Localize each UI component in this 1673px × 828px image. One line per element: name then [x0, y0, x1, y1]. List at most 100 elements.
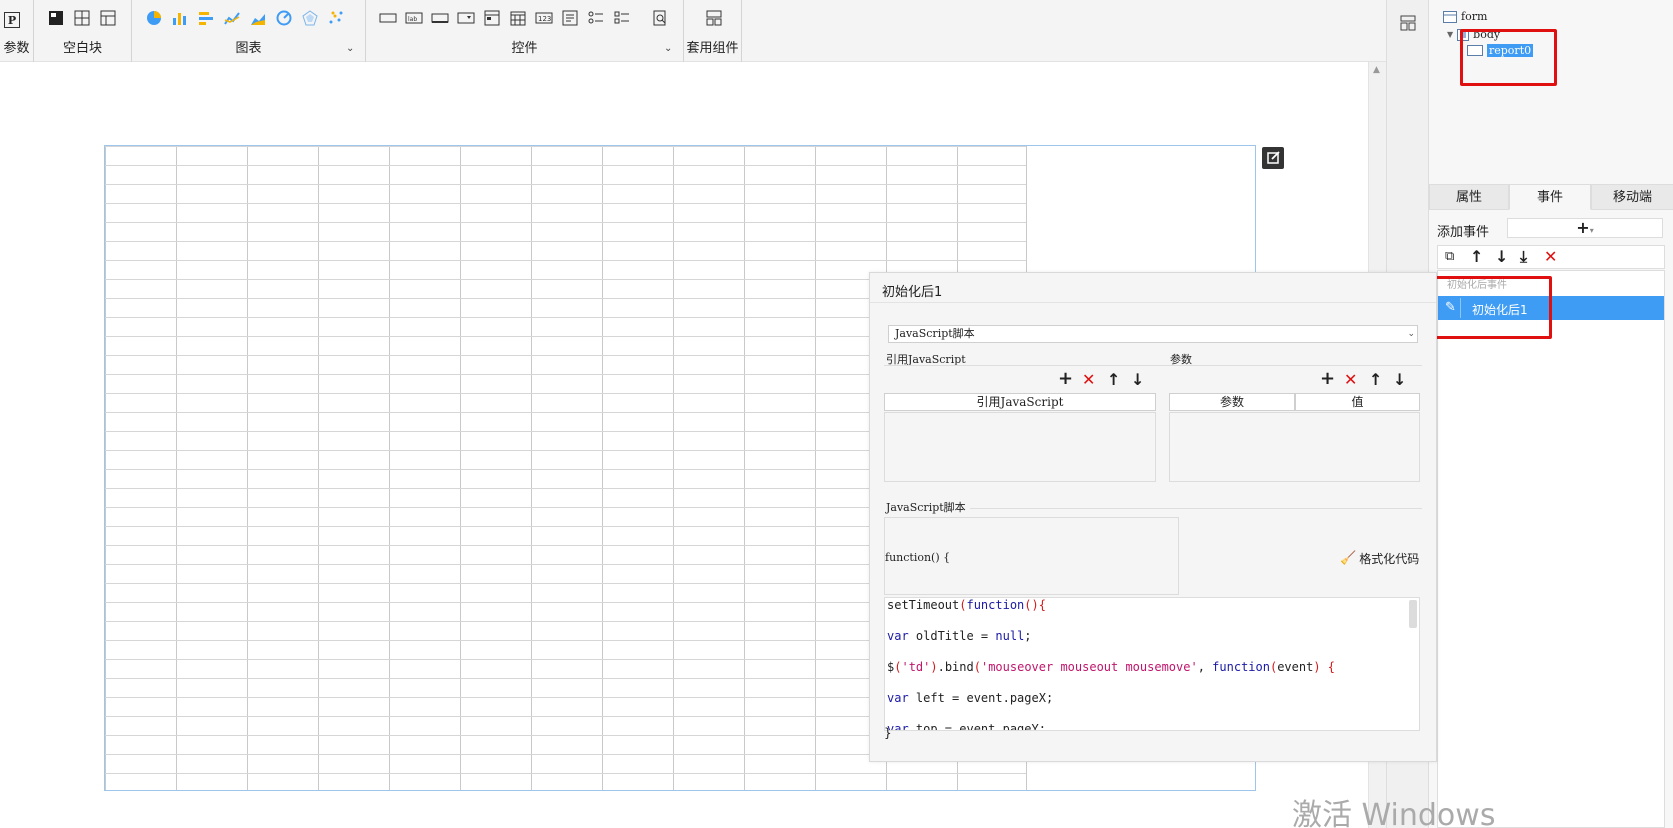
search-widget-icon[interactable]: [650, 9, 670, 27]
move-down-icon[interactable]: ↓: [1131, 372, 1144, 388]
delete-param-icon[interactable]: ✕: [1344, 372, 1357, 388]
block-tab-icon[interactable]: [98, 9, 118, 27]
edit-icon[interactable]: [1262, 147, 1284, 169]
date-widget-icon[interactable]: [508, 9, 528, 27]
function-open-text: function() {: [885, 551, 951, 564]
activation-watermark: 激活 Windows: [1292, 798, 1496, 828]
delete-ref-icon[interactable]: ✕: [1082, 372, 1095, 388]
add-event-label: 添加事件: [1437, 225, 1490, 240]
param-icon[interactable]: P: [4, 12, 20, 28]
chevron-down-icon: ⌄: [1407, 329, 1415, 339]
param-table-body[interactable]: [1169, 412, 1420, 482]
divider: [970, 508, 1422, 509]
plus-icon: +: [1576, 218, 1590, 237]
checkbox-group-widget-icon[interactable]: [612, 9, 632, 27]
radio-group-widget-icon[interactable]: [586, 9, 606, 27]
number-widget-icon[interactable]: 123: [534, 9, 554, 27]
tab-mobile[interactable]: 移动端: [1591, 184, 1673, 210]
pie-chart-icon[interactable]: [144, 9, 164, 27]
move-up-icon[interactable]: ↑: [1470, 249, 1483, 265]
svg-text:123: 123: [538, 15, 551, 23]
block-absolute-icon[interactable]: [46, 9, 66, 27]
tab-events[interactable]: 事件: [1509, 184, 1591, 210]
divider: [870, 302, 1436, 303]
area-chart-icon[interactable]: [248, 9, 268, 27]
script-label: JavaScript脚本: [886, 501, 966, 514]
block-split-icon[interactable]: [72, 9, 92, 27]
textbox-widget-icon[interactable]: lab: [404, 9, 424, 27]
add-event-dropdown[interactable]: +▾: [1507, 218, 1663, 238]
bar-chart-icon[interactable]: [196, 9, 216, 27]
tree-node-form[interactable]: form: [1443, 10, 1487, 23]
tree-node-label: form: [1461, 10, 1488, 23]
code-line-text: var oldTitle = null;: [887, 629, 1032, 643]
toolbar-group-label: 控件: [511, 41, 538, 56]
form-icon: [1443, 10, 1457, 23]
script-type-value: JavaScript脚本: [895, 327, 975, 340]
toolbar-group-blank-block: 空白块: [34, 0, 132, 62]
toolbar-group-label: 空白块: [62, 41, 102, 56]
code-scrollbar[interactable]: [1409, 600, 1417, 628]
tab-properties[interactable]: 属性: [1429, 184, 1509, 210]
chevron-down-icon: ▾: [1589, 226, 1594, 235]
toolbar: P 参数 空白块 图表 ⌄ lab 123 控件 ⌄ 套用组件: [0, 0, 1390, 62]
param-column-header[interactable]: 参数: [1169, 393, 1295, 411]
ref-js-table-body[interactable]: [884, 412, 1156, 482]
move-up-icon[interactable]: ↑: [1369, 372, 1382, 388]
move-down-icon[interactable]: ↓: [1393, 372, 1406, 388]
code-line-text: var left = event.pageX;: [887, 691, 1054, 705]
label-widget-icon[interactable]: [378, 9, 398, 27]
chevron-down-icon[interactable]: ⌄: [346, 44, 356, 54]
textarea-widget-icon[interactable]: [560, 9, 580, 27]
properties-panel: form ▼ body report0 属性 事件 移动端 添加事件 +▾ ⧉ …: [1416, 0, 1673, 828]
scatter-chart-icon[interactable]: [326, 9, 346, 27]
gauge-chart-icon[interactable]: [274, 9, 294, 27]
code-line: var top = event.pageY;: [887, 722, 1046, 730]
scroll-up-icon[interactable]: ▲: [1373, 65, 1380, 75]
code-line-text: setTimeout(function(){: [887, 598, 1046, 612]
dialog-title: 初始化后1: [882, 285, 943, 300]
toolbar-group-label: 套用组件: [686, 41, 739, 56]
toolbar-group-templates: 套用组件: [684, 0, 742, 62]
toolbar-group-controls: lab 123 控件 ⌄: [366, 0, 684, 62]
event-list: 初始化后事件 ✎ 初始化后1: [1437, 270, 1665, 828]
add-ref-icon[interactable]: +: [1058, 370, 1073, 388]
script-type-select[interactable]: JavaScript脚本 ⌄: [888, 325, 1418, 343]
toolbar-group-label: 图表: [235, 41, 262, 56]
code-line: $('td').bind('mouseover mouseout mousemo…: [887, 660, 1335, 674]
line-chart-icon[interactable]: [222, 9, 242, 27]
template-widget-icon[interactable]: [704, 9, 724, 27]
delete-icon[interactable]: ✕: [1544, 249, 1557, 265]
button-widget-icon[interactable]: [430, 9, 450, 27]
move-down-icon[interactable]: ↓: [1495, 249, 1508, 265]
svg-text:lab: lab: [408, 16, 417, 23]
event-toolbar: ⧉ ↑ ↓ ⤓ ✕: [1437, 245, 1665, 269]
add-param-icon[interactable]: +: [1320, 370, 1335, 388]
ref-js-column-header[interactable]: 引用JavaScript: [884, 393, 1156, 411]
move-up-icon[interactable]: ↑: [1107, 372, 1120, 388]
event-editor-dialog: 初始化后1 JavaScript脚本 ⌄ 引用JavaScript 参数 + ✕…: [869, 272, 1437, 762]
expand-triangle-icon[interactable]: ▼: [1447, 30, 1453, 39]
toolbar-group-charts: 图表 ⌄: [132, 0, 366, 62]
function-header-area: function() {: [884, 517, 1179, 595]
radar-chart-icon[interactable]: [300, 9, 320, 27]
format-code-label: 格式化代码: [1359, 552, 1420, 566]
column-chart-icon[interactable]: [170, 9, 190, 27]
value-column-header[interactable]: 值: [1295, 393, 1420, 411]
app-window: P 参数 空白块 图表 ⌄ lab 123 控件 ⌄ 套用组件 ▲ form ▼…: [0, 0, 1673, 828]
code-line: var oldTitle = null;: [887, 629, 1032, 643]
code-editor[interactable]: setTimeout(function(){ var oldTitle = nu…: [884, 597, 1420, 731]
layout-panel-icon[interactable]: [1400, 15, 1416, 34]
toolbar-group-params: P 参数: [0, 0, 34, 62]
code-line: var left = event.pageX;: [887, 691, 1053, 705]
move-bottom-icon[interactable]: ⤓: [1520, 249, 1527, 265]
broom-icon: 🧹: [1340, 551, 1357, 566]
chevron-down-icon[interactable]: ⌄: [664, 44, 674, 54]
highlight-box: [1460, 29, 1557, 86]
format-code-button[interactable]: 🧹 格式化代码: [1340, 550, 1419, 567]
copy-icon[interactable]: ⧉: [1445, 249, 1454, 265]
list-widget-icon[interactable]: [482, 9, 502, 27]
code-line-text: $('td').bind('mouseover mouseout mousemo…: [887, 660, 1336, 674]
function-close-text: }: [884, 726, 892, 740]
dropdown-widget-icon[interactable]: [456, 9, 476, 27]
